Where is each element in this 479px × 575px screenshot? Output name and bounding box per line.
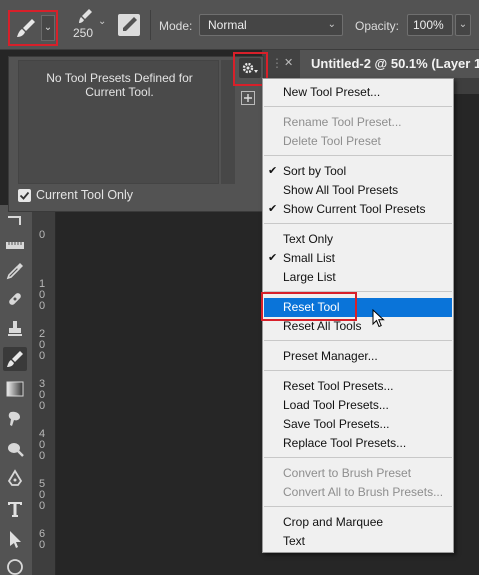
menu-item-new-tool-preset[interactable]: New Tool Preset... [264,83,452,102]
presets-empty-line1: No Tool Presets Defined for [46,71,193,85]
menu-separator [264,106,452,107]
menu-separator [264,457,452,458]
tool-preset-picker[interactable]: ⌄ [8,10,58,46]
opacity-input[interactable]: 100% [407,14,453,36]
mode-label: Mode: [159,19,193,33]
menu-item-label: Text Only [283,232,334,246]
ruler-tool-icon[interactable] [3,233,27,257]
ruler-number: 0 [38,400,46,412]
gear-icon[interactable] [239,58,261,78]
menu-separator [264,370,452,371]
ruler-number: 0 [38,350,46,362]
ruler-number: 0 [38,229,46,241]
presets-list[interactable]: No Tool Presets Defined for Current Tool… [18,60,219,184]
type-icon[interactable] [3,497,27,521]
menu-item-sort-by-tool[interactable]: ✔ Sort by Tool [264,162,452,181]
menu-item-label: New Tool Preset... [283,85,381,99]
menu-item-label: Show Current Tool Presets [283,202,426,216]
options-bar: ⌄ 250 ⌄ Mode: Normal ⌄ Opacity: 100% ⌄ [0,0,479,50]
close-icon[interactable]: ✕ [284,56,293,69]
document-tab[interactable]: Untitled-2 @ 50.1% (Layer 1 [300,50,479,78]
menu-item-text[interactable]: Text [264,532,452,551]
menu-item-crop-and-marquee[interactable]: Crop and Marquee [264,513,452,532]
menu-item-replace-tool-presets[interactable]: Replace Tool Presets... [264,434,452,453]
menu-item-label: Convert All to Brush Presets... [283,485,444,499]
menu-item-label: Small List [283,251,336,265]
menu-item-label: Save Tool Presets... [283,417,390,431]
menu-item-reset-tool-presets[interactable]: Reset Tool Presets... [264,377,452,396]
menu-item-text-only[interactable]: Text Only [264,230,452,249]
dodge-icon[interactable] [3,437,27,461]
menu-item-label: Convert to Brush Preset [283,466,412,480]
checkmark-icon: ✔ [268,203,278,215]
ruler-number: 0 [38,500,46,512]
menu-item-show-all-tool-presets[interactable]: Show All Tool Presets [264,181,452,200]
vertical-ruler: 0 1 0 0 2 0 0 3 0 0 4 0 0 5 0 0 6 0 [32,205,56,575]
menu-item-large-list[interactable]: Large List [264,268,452,287]
menu-item-small-list[interactable]: ✔ Small List [264,249,452,268]
brush-icon [13,15,39,41]
menu-separator [264,155,452,156]
menu-item-label: Rename Tool Preset... [283,115,402,129]
mode-select[interactable]: Normal ⌄ [199,14,343,36]
mode-value: Normal [208,18,247,32]
checkmark-icon: ✔ [268,165,278,177]
menu-item-delete-tool-preset: Delete Tool Preset [264,132,452,151]
menu-item-label: Sort by Tool [283,164,347,178]
brush-size-value: 250 [73,26,94,40]
chevron-down-icon: ⌄ [327,19,336,30]
tab-grip-icon[interactable]: ⋮ [271,56,283,70]
pen-icon[interactable] [3,467,27,491]
menu-item-save-tool-presets[interactable]: Save Tool Presets... [264,415,452,434]
presets-empty-message: No Tool Presets Defined for Current Tool… [19,71,220,99]
ruler-number: 0 [38,300,46,312]
checkmark-icon: ✔ [268,252,278,264]
opacity-label: Opacity: [355,19,400,33]
eyedropper-icon[interactable] [3,259,27,283]
menu-item-convert-to-brush-preset: Convert to Brush Preset [264,464,452,483]
chevron-down-icon[interactable]: ⌄ [41,15,55,41]
current-tool-only-label: Current Tool Only [36,188,134,202]
menu-separator [264,340,452,341]
reset-tool-highlight [261,292,357,321]
menu-item-label: Delete Tool Preset [283,134,381,148]
menu-item-label: Large List [283,270,336,284]
divider [150,10,151,40]
ruler-number: 0 [38,539,46,551]
path-selection-icon[interactable] [3,527,27,551]
menu-item-label: Preset Manager... [283,349,378,363]
tools-panel [0,205,32,575]
airbrush-icon[interactable] [118,14,140,36]
menu-item-preset-manager[interactable]: Preset Manager... [264,347,452,366]
presets-empty-line2: Current Tool. [85,85,154,99]
gradient-icon[interactable] [3,377,27,401]
menu-item-convert-all-to-brush-presets: Convert All to Brush Presets... [264,483,452,502]
mouse-cursor-icon [372,308,386,329]
brush-size-dropdown-icon[interactable]: ⌄ [98,16,106,27]
current-tool-only-checkbox[interactable] [18,189,31,202]
opacity-dropdown-button[interactable]: ⌄ [455,14,471,36]
menu-item-rename-tool-preset: Rename Tool Preset... [264,113,452,132]
menu-item-label: Reset All Tools [283,319,362,333]
brush-tool-icon[interactable] [3,347,27,371]
ruler-number: 0 [38,450,46,462]
menu-item-load-tool-presets[interactable]: Load Tool Presets... [264,396,452,415]
brush-size-icon [79,9,92,23]
menu-separator [264,223,452,224]
menu-item-label: Reset Tool Presets... [283,379,394,393]
menu-item-label: Crop and Marquee [283,515,384,529]
ellipse-icon[interactable] [3,555,27,575]
stamp-icon[interactable] [3,317,27,341]
menu-item-label: Replace Tool Presets... [283,436,407,450]
new-preset-icon[interactable] [241,91,255,105]
menu-item-label: Show All Tool Presets [283,183,399,197]
healing-brush-icon[interactable] [3,287,27,311]
menu-item-show-current-tool-presets[interactable]: ✔ Show Current Tool Presets [264,200,452,219]
menu-separator [264,506,452,507]
menu-item-label: Load Tool Presets... [283,398,389,412]
menu-item-label: Text [283,534,306,548]
smudge-icon[interactable] [3,407,27,431]
